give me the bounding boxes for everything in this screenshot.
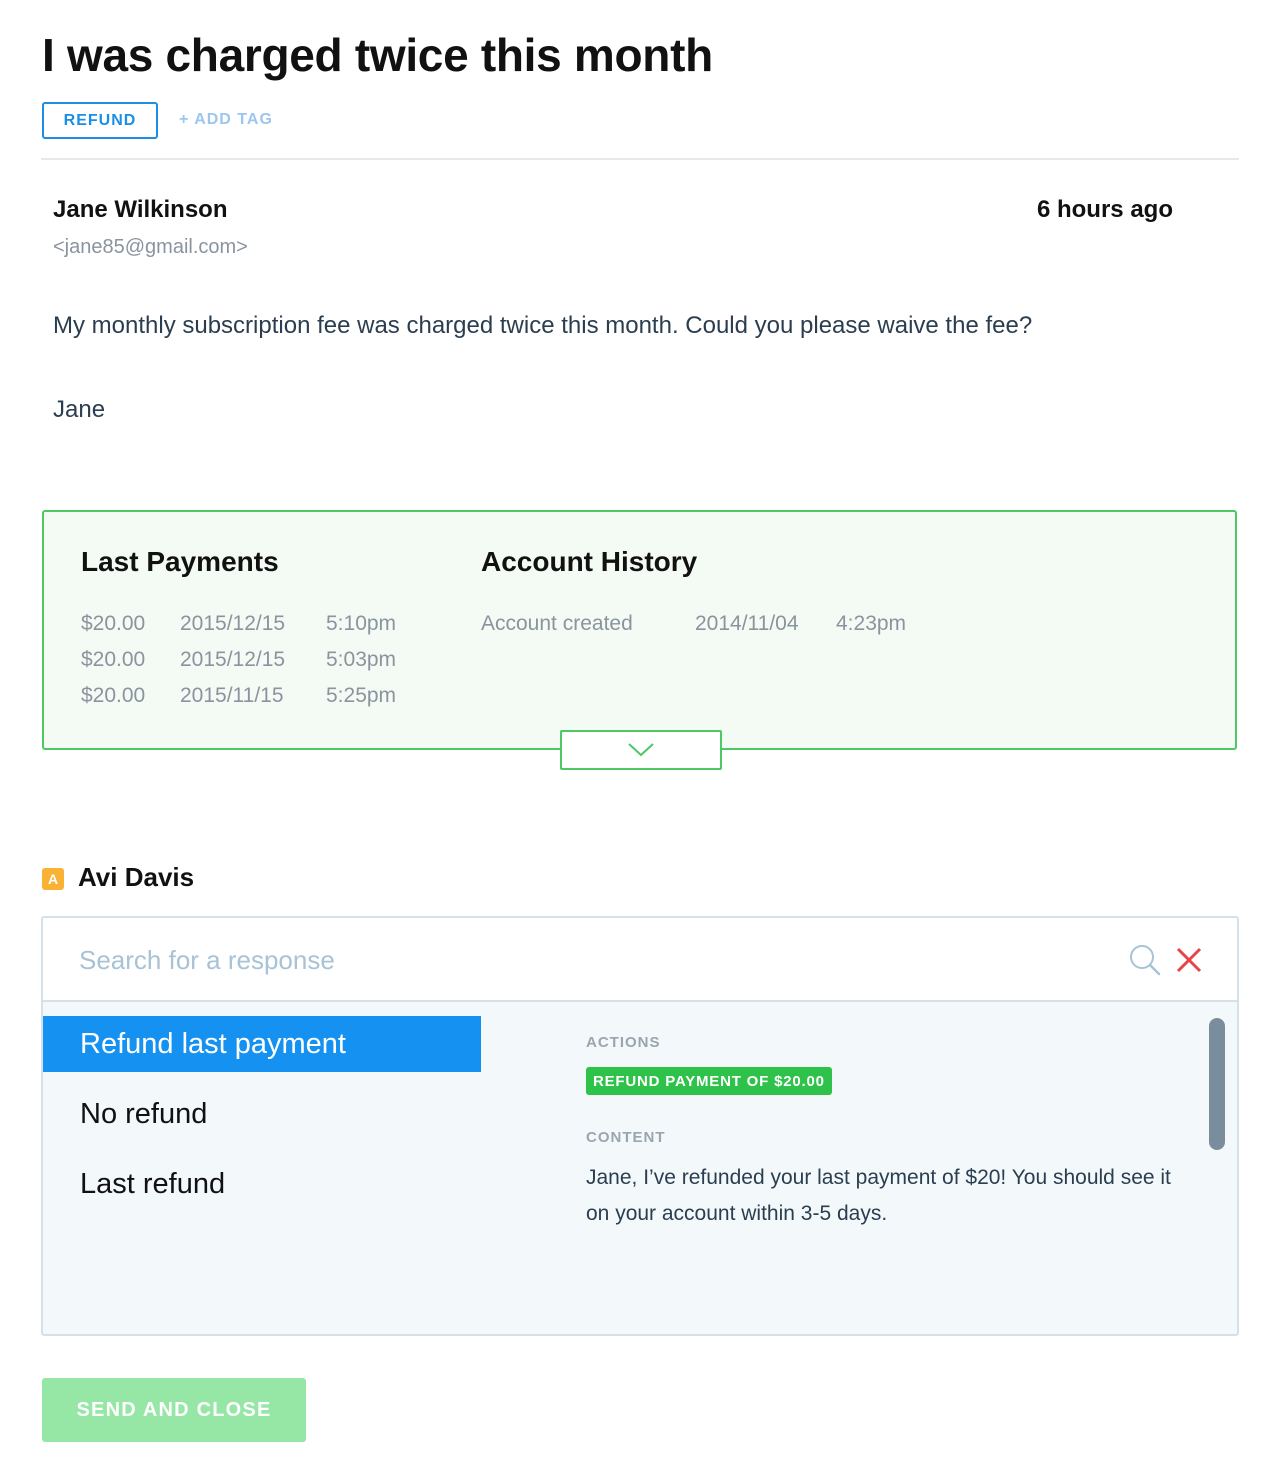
header-divider — [41, 158, 1239, 160]
payment-time: 5:03pm — [326, 648, 397, 671]
history-event: Account created — [481, 612, 633, 635]
sender-email: <jane85@gmail.com> — [53, 236, 248, 258]
payment-row: $20.00 2015/12/15 5:03pm — [81, 642, 426, 678]
response-picker: Refund last payment No refund Last refun… — [41, 916, 1239, 1336]
payment-date: 2015/12/15 — [180, 648, 286, 671]
response-item-refund-last-payment[interactable]: Refund last payment — [43, 1016, 481, 1072]
ticket-title: I was charged twice this month — [42, 29, 713, 81]
message-body: My monthly subscription fee was charged … — [53, 312, 1033, 339]
message-signature: Jane — [53, 396, 106, 423]
actions-label: ACTIONS — [586, 1034, 661, 1051]
add-tag-link[interactable]: + ADD TAG — [179, 111, 273, 129]
response-item-last-refund[interactable]: Last refund — [43, 1156, 481, 1212]
history-date: 2014/11/04 — [695, 612, 799, 635]
payment-amount: $20.00 — [81, 612, 146, 635]
last-payments-section: Last Payments $20.00 2015/12/15 5:10pm $… — [81, 546, 426, 714]
message-timestamp: 6 hours ago — [1036, 196, 1173, 223]
response-search-bar — [43, 918, 1237, 1002]
payment-time: 5:25pm — [326, 684, 397, 707]
sender-name: Jane Wilkinson — [53, 196, 228, 223]
agent-name: Avi Davis — [78, 862, 195, 892]
chevron-down-icon — [628, 743, 654, 757]
payment-amount: $20.00 — [81, 684, 146, 707]
expand-info-button[interactable] — [560, 730, 722, 770]
action-badge: REFUND PAYMENT OF $20.00 — [586, 1067, 832, 1095]
account-history-heading: Account History — [481, 546, 698, 577]
response-search-input[interactable] — [79, 940, 1079, 980]
agent-avatar: A — [42, 868, 64, 890]
response-item-no-refund[interactable]: No refund — [43, 1086, 481, 1142]
send-and-close-button[interactable]: SEND AND CLOSE — [42, 1378, 306, 1442]
payment-date: 2015/11/15 — [180, 684, 284, 707]
content-label: CONTENT — [586, 1129, 666, 1146]
history-row: Account created 2014/11/04 4:23pm — [481, 606, 936, 642]
payment-time: 5:10pm — [326, 612, 397, 635]
customer-info-panel: Last Payments $20.00 2015/12/15 5:10pm $… — [42, 510, 1237, 750]
response-content-preview: Jane, I’ve refunded your last payment of… — [586, 1166, 1171, 1225]
last-payments-heading: Last Payments — [81, 546, 279, 577]
tag-refund[interactable]: REFUND — [42, 102, 158, 139]
account-history-section: Account History Account created 2014/11/… — [481, 546, 936, 642]
search-icon[interactable] — [1129, 944, 1161, 976]
scrollbar-thumb[interactable] — [1209, 1018, 1225, 1150]
close-icon[interactable] — [1173, 944, 1205, 976]
payment-date: 2015/12/15 — [180, 612, 286, 635]
payment-row: $20.00 2015/12/15 5:10pm — [81, 606, 426, 642]
payment-row: $20.00 2015/11/15 5:25pm — [81, 678, 426, 714]
history-time: 4:23pm — [836, 612, 907, 635]
payment-amount: $20.00 — [81, 648, 146, 671]
